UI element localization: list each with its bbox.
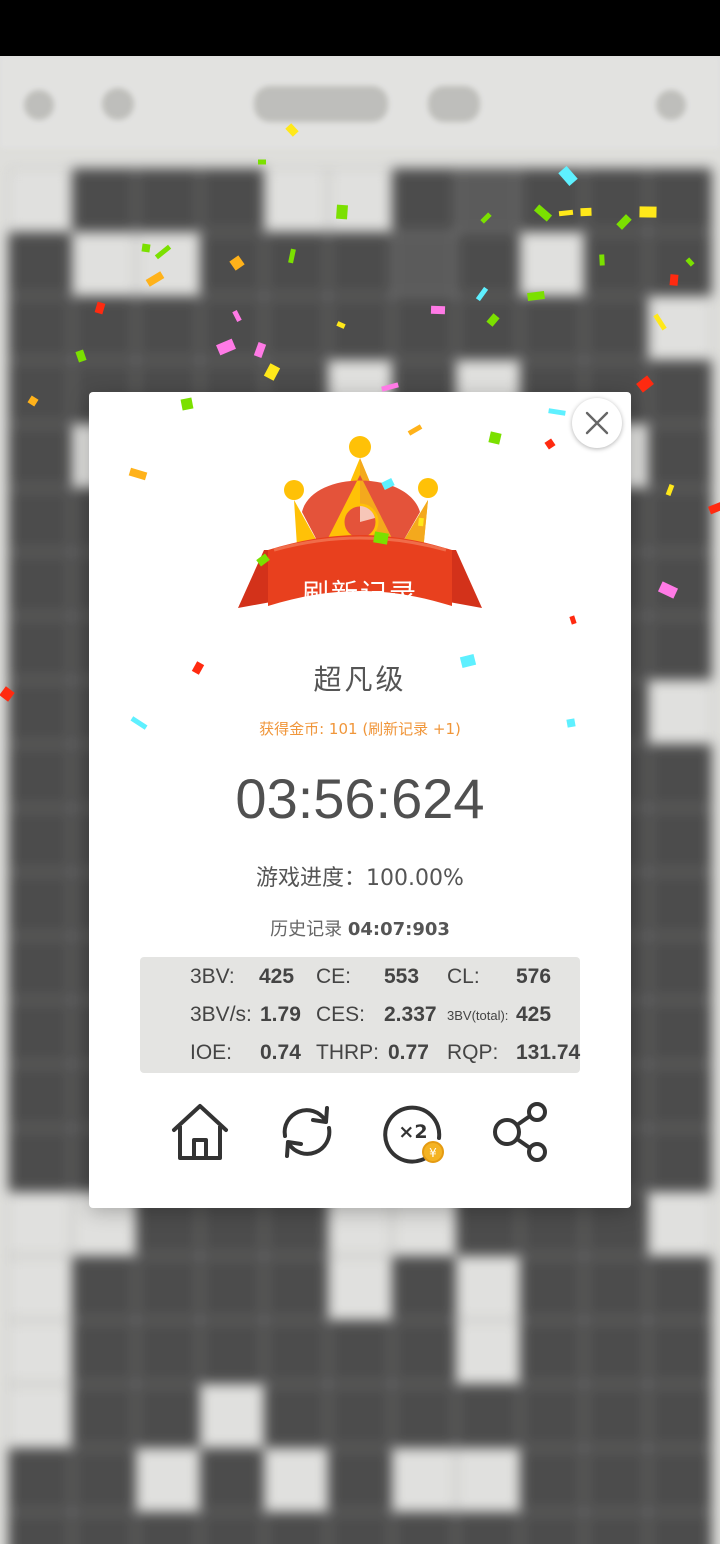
stat-ioe-label: IOE: [190, 1041, 233, 1064]
close-icon [585, 411, 609, 435]
restart-button[interactable] [273, 1098, 341, 1166]
double-coins-label: ×2 [398, 1121, 427, 1143]
home-icon [172, 1104, 228, 1160]
difficulty-level: 超凡级 [313, 663, 407, 696]
stat-rqp-value: 131.74 [516, 1041, 581, 1064]
stat-3bvs-value: 1.79 [260, 1003, 301, 1026]
stat-cl-label: CL: [447, 965, 480, 988]
stat-thrp-label: THRP: [316, 1041, 379, 1064]
stat-ces-label: CES: [316, 1003, 366, 1026]
stat-ces-value: 2.337 [384, 1003, 437, 1026]
stat-3bv-total-label: 3BV(total): [447, 1008, 509, 1023]
stat-thrp-value: 0.77 [388, 1041, 429, 1064]
home-button[interactable] [166, 1098, 234, 1166]
stats-panel: 3BV: 425 CE: 553 CL: 576 3BV/s: 1.79 CES… [140, 957, 580, 1073]
history-label: 历史记录 [270, 919, 343, 940]
stat-ce-label: CE: [316, 965, 352, 988]
stat-cl-value: 576 [516, 965, 552, 988]
stat-ioe-value: 0.74 [260, 1041, 301, 1064]
action-bar: ×2 ¥ [89, 1098, 631, 1166]
game-progress: 游戏进度：100.00% [256, 866, 464, 891]
double-coins-button[interactable]: ×2 ¥ [381, 1098, 449, 1166]
restart-icon [282, 1106, 332, 1158]
history-record: 历史记录 04:07:903 [89, 915, 631, 941]
stat-ce-value: 553 [384, 965, 420, 988]
coin-icon: ¥ [429, 1146, 437, 1160]
stat-3bv-label: 3BV: [190, 965, 235, 988]
close-button[interactable] [572, 398, 622, 448]
completion-time: 03:56:624 [235, 767, 485, 830]
coins-earned-text: 获得金币: 101 (刷新记录 +1) [259, 720, 461, 738]
new-record-banner: 刷新记录 [302, 579, 418, 610]
stat-3bv-total-value: 425 [516, 1003, 552, 1026]
share-button[interactable] [489, 1098, 557, 1166]
history-value: 04:07:903 [347, 919, 450, 940]
stat-rqp-label: RQP: [447, 1041, 499, 1064]
share-icon [493, 1102, 547, 1162]
double-coins-icon: ×2 ¥ [383, 1105, 444, 1164]
stat-3bv-value: 425 [259, 965, 295, 988]
stat-3bvs-label: 3BV/s: [190, 1003, 252, 1026]
